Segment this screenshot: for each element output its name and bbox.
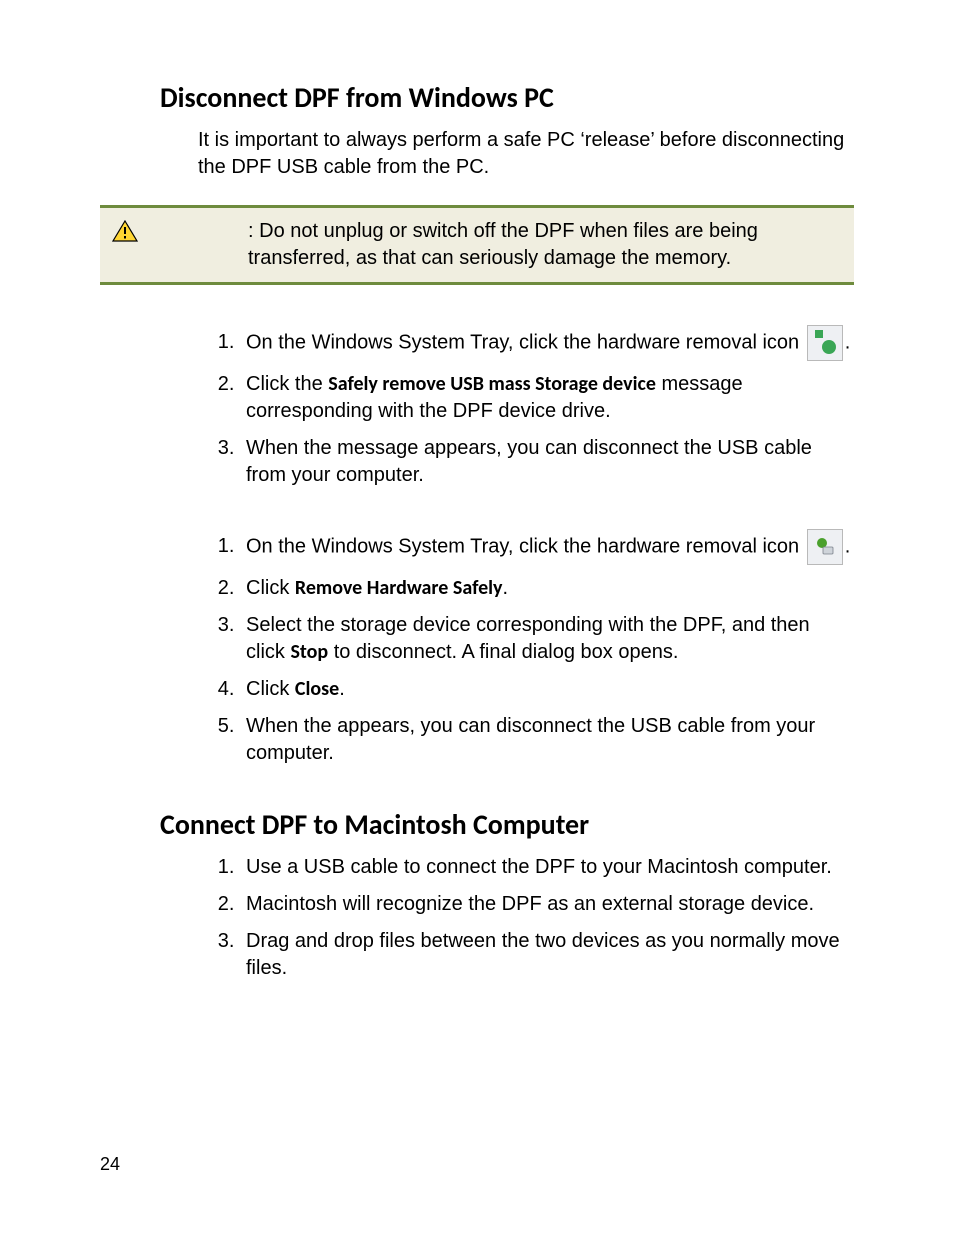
step-text-tail: . <box>503 577 509 599</box>
hardware-removal-icon <box>807 325 843 361</box>
list-item: When the message appears, you can discon… <box>240 435 854 489</box>
step-text-tail: . <box>339 678 345 700</box>
intro-disconnect: It is important to always perform a safe… <box>100 127 854 181</box>
steps-vista: On the Windows System Tray, click the ha… <box>100 529 854 767</box>
list-item: Click Close. <box>240 676 854 703</box>
list-item: Use a USB cable to connect the DPF to yo… <box>240 854 854 881</box>
step-text: Macintosh will recognize the DPF as an e… <box>246 893 814 915</box>
step-text: Click <box>246 577 295 599</box>
step-text-tail: . <box>845 331 851 353</box>
step-text-tail: to disconnect. A final dialog box opens. <box>328 641 678 663</box>
step-bold: Stop <box>290 640 328 664</box>
step-text: Click the <box>246 373 328 395</box>
hardware-removal-icon <box>807 529 843 565</box>
list-item: On the Windows System Tray, click the ha… <box>240 529 854 565</box>
caution-text: : Do not unplug or switch off the DPF wh… <box>148 218 838 272</box>
caution-callout: : Do not unplug or switch off the DPF wh… <box>100 205 854 285</box>
step-text: Click <box>246 678 295 700</box>
step-text: On the Windows System Tray, click the ha… <box>246 331 805 353</box>
steps-xp: On the Windows System Tray, click the ha… <box>100 325 854 489</box>
page-number: 24 <box>100 1154 120 1175</box>
step-bold: Close <box>295 677 339 701</box>
step-text: Use a USB cable to connect the DPF to yo… <box>246 856 832 878</box>
heading-disconnect: Disconnect DPF from Windows PC <box>100 80 854 115</box>
step-text: On the Windows System Tray, click the ha… <box>246 535 805 557</box>
list-item: Select the storage device corresponding … <box>240 612 854 666</box>
page-root: Disconnect DPF from Windows PC It is imp… <box>0 0 954 1235</box>
list-item: Drag and drop files between the two devi… <box>240 928 854 982</box>
step-text: Drag and drop files between the two devi… <box>246 930 840 979</box>
steps-mac: Use a USB cable to connect the DPF to yo… <box>100 854 854 982</box>
list-item: When the appears, you can disconnect the… <box>240 713 854 767</box>
list-item: On the Windows System Tray, click the ha… <box>240 325 854 361</box>
step-text: When the message appears, you can discon… <box>246 437 812 486</box>
list-item: Click Remove Hardware Safely. <box>240 575 854 602</box>
list-item: Click the Safely remove USB mass Storage… <box>240 371 854 425</box>
heading-connect-mac: Connect DPF to Macintosh Computer <box>100 807 854 842</box>
warning-icon <box>112 220 138 242</box>
caution-body: Do not unplug or switch off the DPF when… <box>248 220 758 269</box>
caution-colon: : <box>248 220 254 242</box>
step-text-tail: . <box>845 535 851 557</box>
step-bold: Safely remove USB mass Storage device <box>328 372 656 396</box>
list-item: Macintosh will recognize the DPF as an e… <box>240 891 854 918</box>
step-bold: Remove Hardware Safely <box>295 576 503 600</box>
step-text: When the appears, you can disconnect the… <box>246 715 815 764</box>
